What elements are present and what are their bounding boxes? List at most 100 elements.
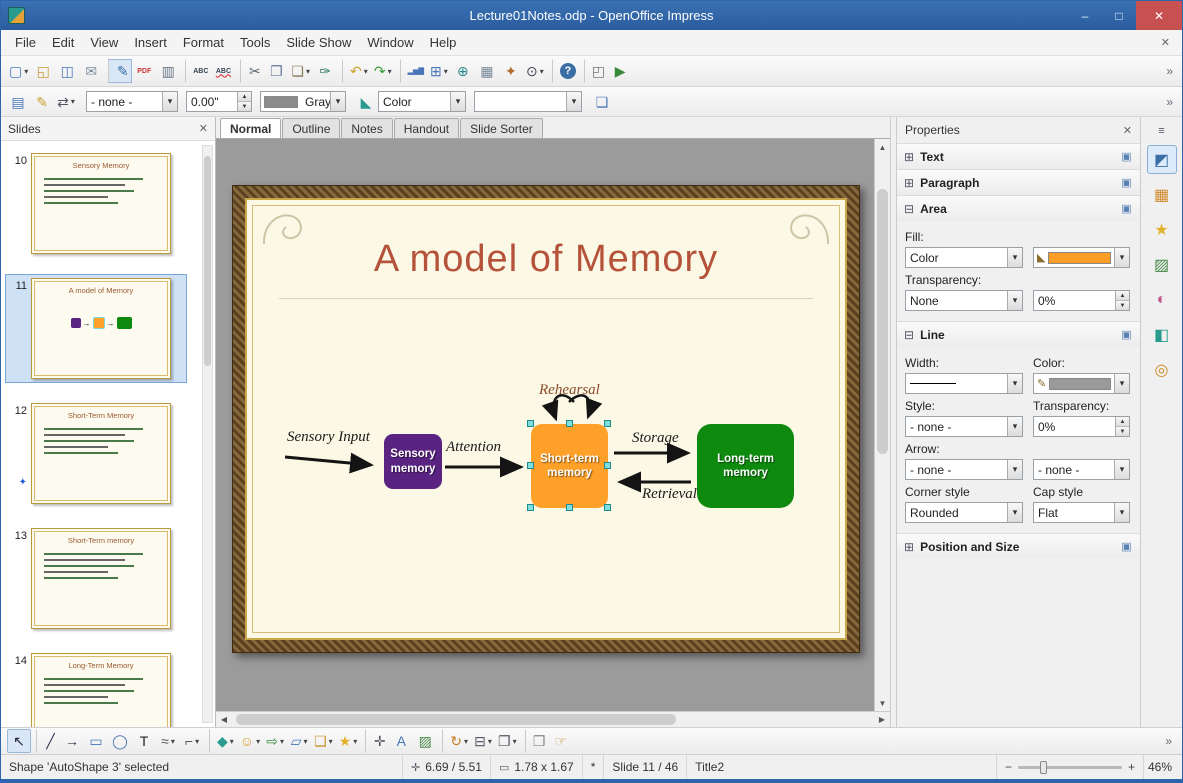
draw-tool-connector[interactable]: ⌐ ▾ bbox=[180, 729, 204, 753]
dropdown-arrow-icon[interactable] bbox=[330, 92, 345, 111]
arrow-style-button[interactable]: ⇄ ▾ bbox=[54, 90, 78, 114]
position-size-section-header[interactable]: ⊞ Position and Size bbox=[897, 534, 1140, 559]
line-width-select[interactable] bbox=[905, 373, 1023, 394]
scrollbar-thumb[interactable] bbox=[236, 714, 676, 725]
toolbar-button-cut[interactable]: ✂ ▾ bbox=[240, 59, 264, 83]
toolbar-button-copy[interactable]: ❐ ▾ bbox=[264, 59, 288, 83]
close-button[interactable]: ✕ bbox=[1136, 1, 1182, 30]
menu-tools[interactable]: Tools bbox=[232, 31, 278, 54]
tab-handout[interactable]: Handout bbox=[393, 118, 460, 138]
thumbnail-preview[interactable]: A model of Memory → → bbox=[31, 278, 171, 379]
line-transparency-spinner[interactable]: 0% ▲ ▼ bbox=[1033, 416, 1130, 437]
properties-panel-close-icon[interactable]: ✕ bbox=[1123, 124, 1132, 137]
styles-window-button[interactable]: ▤ bbox=[6, 90, 30, 114]
spinner-arrows-icon[interactable]: ▲ ▼ bbox=[237, 92, 251, 111]
horizontal-scrollbar[interactable]: ◀ ▶ bbox=[216, 711, 890, 727]
expand-icon[interactable]: ⊞ bbox=[904, 151, 914, 163]
label-storage[interactable]: Storage bbox=[632, 430, 679, 447]
zoom-out-icon[interactable]: − bbox=[1005, 760, 1012, 774]
paragraph-section-header[interactable]: ⊞ Paragraph bbox=[897, 170, 1140, 195]
menu-edit[interactable]: Edit bbox=[44, 31, 82, 54]
position-size-dialog-launcher-icon[interactable] bbox=[1120, 540, 1133, 553]
toolbar-button-display-grid[interactable]: ▦ ▾ bbox=[475, 59, 499, 83]
line-section-header[interactable]: ⊟ Line bbox=[897, 322, 1140, 347]
slide-thumbnail-13[interactable]: 13 ✦ Short-Term memory →→ bbox=[5, 524, 187, 633]
shadow-toggle-button[interactable]: ❏ bbox=[590, 90, 614, 114]
selection-handle[interactable] bbox=[566, 420, 573, 427]
zoom-slider[interactable]: − + bbox=[997, 755, 1144, 779]
toolbar-button-email[interactable]: ✉ ▾ bbox=[79, 59, 103, 83]
dropdown-arrow-icon[interactable] bbox=[1114, 460, 1129, 479]
toolbar-button-new[interactable]: ▢ ▾ bbox=[6, 59, 31, 83]
label-attention[interactable]: Attention bbox=[446, 439, 501, 456]
toolbar-button-save[interactable]: ◫ ▾ bbox=[55, 59, 79, 83]
dropdown-arrow-icon[interactable] bbox=[1007, 374, 1022, 393]
dropdown-arrow-icon[interactable] bbox=[450, 92, 465, 111]
toolbar-button-edit-file[interactable]: ✎ ▾ bbox=[108, 59, 133, 83]
selection-handle[interactable] bbox=[527, 504, 534, 511]
thumbnail-preview[interactable]: Short-Term Memory →→ bbox=[31, 403, 171, 504]
slides-panel-scrollbar[interactable] bbox=[202, 145, 213, 723]
collapse-icon[interactable]: ⊟ bbox=[904, 203, 914, 215]
fill-type-select[interactable]: Color bbox=[905, 247, 1023, 268]
zoom-slider-thumb[interactable] bbox=[1039, 760, 1047, 774]
text-section-header[interactable]: ⊞ Text bbox=[897, 144, 1140, 169]
sidebar-tab-master-pages[interactable]: ▦ bbox=[1147, 180, 1177, 209]
zoom-in-icon[interactable]: + bbox=[1128, 760, 1135, 774]
scrollbar-thumb[interactable] bbox=[204, 156, 211, 366]
transparency-type-select[interactable]: None bbox=[905, 290, 1023, 311]
menu-file[interactable]: File bbox=[7, 31, 44, 54]
toolbar-overflow-button[interactable]: » bbox=[1161, 734, 1176, 748]
toolbar-button-clone-formatting[interactable]: ✑ ▾ bbox=[313, 59, 337, 83]
tab-notes[interactable]: Notes bbox=[341, 118, 393, 138]
dropdown-arrow-icon[interactable] bbox=[1114, 503, 1129, 522]
menu-format[interactable]: Format bbox=[175, 31, 232, 54]
sidebar-tab-slide-transition[interactable]: ◐ bbox=[1147, 285, 1177, 314]
arrow-end-select[interactable]: - none - bbox=[1033, 459, 1130, 480]
toolbar-overflow-button[interactable]: » bbox=[1162, 64, 1177, 78]
dropdown-arrow-icon[interactable] bbox=[1007, 248, 1022, 267]
thumbnail-preview[interactable]: Sensory Memory →→ bbox=[31, 153, 171, 254]
sidebar-tab-properties[interactable]: ◩ bbox=[1146, 145, 1177, 174]
collapse-icon[interactable]: ⊟ bbox=[904, 329, 914, 341]
toolbar-button-open[interactable]: ◱ ▾ bbox=[31, 59, 55, 83]
draw-tool-arrange[interactable]: ❐ ▾ bbox=[495, 729, 520, 753]
toolbar-button-hyperlink[interactable]: ⊕ ▾ bbox=[451, 59, 475, 83]
draw-tool-flowcharts[interactable]: ▱ ▾ bbox=[287, 729, 311, 753]
draw-tool-fontwork[interactable]: A ▾ bbox=[389, 729, 413, 753]
area-section-header[interactable]: ⊟ Area bbox=[897, 196, 1140, 221]
arrow-start-select[interactable]: - none - bbox=[905, 459, 1023, 480]
line-width-spinner[interactable]: 0.00" ▲ ▼ bbox=[186, 91, 252, 112]
draw-tool-extrusion[interactable]: ❒ ▾ bbox=[524, 729, 549, 753]
menu-slide-show[interactable]: Slide Show bbox=[278, 31, 359, 54]
draw-tool-from-file[interactable]: ▨ ▾ bbox=[413, 729, 437, 753]
toolbar-button-redo[interactable]: ↷ ▾ bbox=[371, 59, 395, 83]
slide-thumbnail-14[interactable]: 14 ✦ Long-Term Memory →→ bbox=[5, 649, 187, 727]
line-color-select[interactable]: ✎ bbox=[1033, 373, 1130, 394]
sidebar-settings-icon[interactable]: ≡ bbox=[1154, 123, 1168, 139]
line-style-select[interactable]: - none - bbox=[86, 91, 178, 112]
fill-color-select[interactable]: ◣ bbox=[1033, 247, 1130, 268]
expand-icon[interactable]: ⊞ bbox=[904, 541, 914, 553]
tab-outline[interactable]: Outline bbox=[282, 118, 341, 138]
scrollbar-thumb[interactable] bbox=[877, 189, 888, 454]
fill-color-select[interactable] bbox=[474, 91, 582, 112]
toolbar-button-paste[interactable]: ❏ ▾ bbox=[288, 59, 313, 83]
menu-insert[interactable]: Insert bbox=[126, 31, 175, 54]
thumbnail-preview[interactable]: Short-Term memory →→ bbox=[31, 528, 171, 629]
dropdown-arrow-icon[interactable] bbox=[1007, 503, 1022, 522]
slides-panel-close-icon[interactable]: ✕ bbox=[199, 122, 208, 135]
label-retrieval[interactable]: Retrieval bbox=[642, 486, 697, 503]
toolbar-overflow-button[interactable]: » bbox=[1162, 95, 1177, 109]
toolbar-button-slide-show-start[interactable]: ▶ ▾ bbox=[608, 59, 632, 83]
menu-view[interactable]: View bbox=[82, 31, 126, 54]
dropdown-arrow-icon[interactable] bbox=[1114, 248, 1129, 267]
toolbar-button-zoom[interactable]: ⊙ ▾ bbox=[523, 59, 547, 83]
spinner-arrows-icon[interactable]: ▲ ▼ bbox=[1115, 417, 1129, 436]
expand-icon[interactable]: ⊞ bbox=[904, 177, 914, 189]
corner-style-select[interactable]: Rounded bbox=[905, 502, 1023, 523]
slide-thumbnail-12[interactable]: 12 ✦ Short-Term Memory →→ bbox=[5, 399, 187, 508]
scroll-right-icon[interactable]: ▶ bbox=[874, 712, 890, 728]
draw-tool-block-arrows[interactable]: ⇨ ▾ bbox=[263, 729, 287, 753]
draw-tool-text[interactable]: T ▾ bbox=[132, 729, 156, 753]
